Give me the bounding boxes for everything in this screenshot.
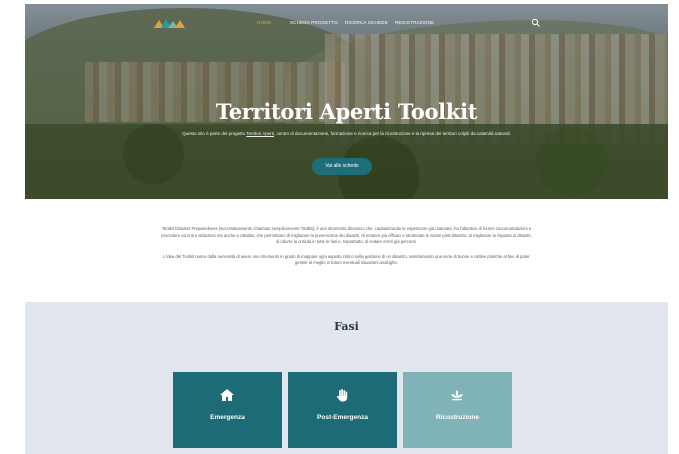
territori-aperti-link[interactable]: Territori Aperti <box>246 131 274 136</box>
card-emergenza[interactable]: Emergenza <box>173 372 282 448</box>
card-post-emergenza[interactable]: Post-Emergenza <box>288 372 397 448</box>
vai-alle-schede-button[interactable]: Vai alle schede <box>312 158 372 175</box>
nav-item-home[interactable]: Home <box>257 20 271 25</box>
card-ricostruzione[interactable]: Ricostruzione <box>403 372 512 448</box>
intro-paragraph: Toolkit Disaster Preparedness (successiv… <box>161 226 532 244</box>
hero-subtitle-text: Questo sito è parte del progetto <box>182 131 247 136</box>
card-label: Post-Emergenza <box>317 414 368 421</box>
card-label: Ricostruzione <box>436 414 479 421</box>
top-nav: Home Scheda progetto Ricerca schede Regi… <box>25 16 668 32</box>
intro-paragraph: L'idea del Toolkit nasce dalla necessità… <box>163 253 530 266</box>
hand-icon <box>336 389 348 402</box>
hero-subtitle: Questo sito è parte del progetto Territo… <box>165 130 528 137</box>
nav-item-registrazione[interactable]: Registrazione <box>395 20 434 25</box>
territori-aperti-logo-icon[interactable] <box>153 17 187 29</box>
fasi-title: Fasi <box>334 320 359 333</box>
hero-subtitle-text: , centro di documentazione, formazione e… <box>274 131 511 136</box>
intro-section: Toolkit Disaster Preparedness (successiv… <box>160 226 533 275</box>
nav-item-ricerca-schede[interactable]: Ricerca schede <box>345 20 388 25</box>
hero-title: Territori Aperti Toolkit <box>215 99 478 124</box>
nav-item-scheda-progetto[interactable]: Scheda progetto <box>290 20 338 25</box>
hero-section: Home Scheda progetto Ricerca schede Regi… <box>25 4 668 199</box>
fasi-section: Fasi Emergenza Post-Emergenza Ricostruzi… <box>25 302 668 454</box>
page: Home Scheda progetto Ricerca schede Regi… <box>25 4 668 454</box>
home-icon <box>220 389 234 401</box>
lotus-icon <box>451 390 463 401</box>
card-label: Emergenza <box>210 414 245 421</box>
search-icon[interactable] <box>531 18 541 28</box>
